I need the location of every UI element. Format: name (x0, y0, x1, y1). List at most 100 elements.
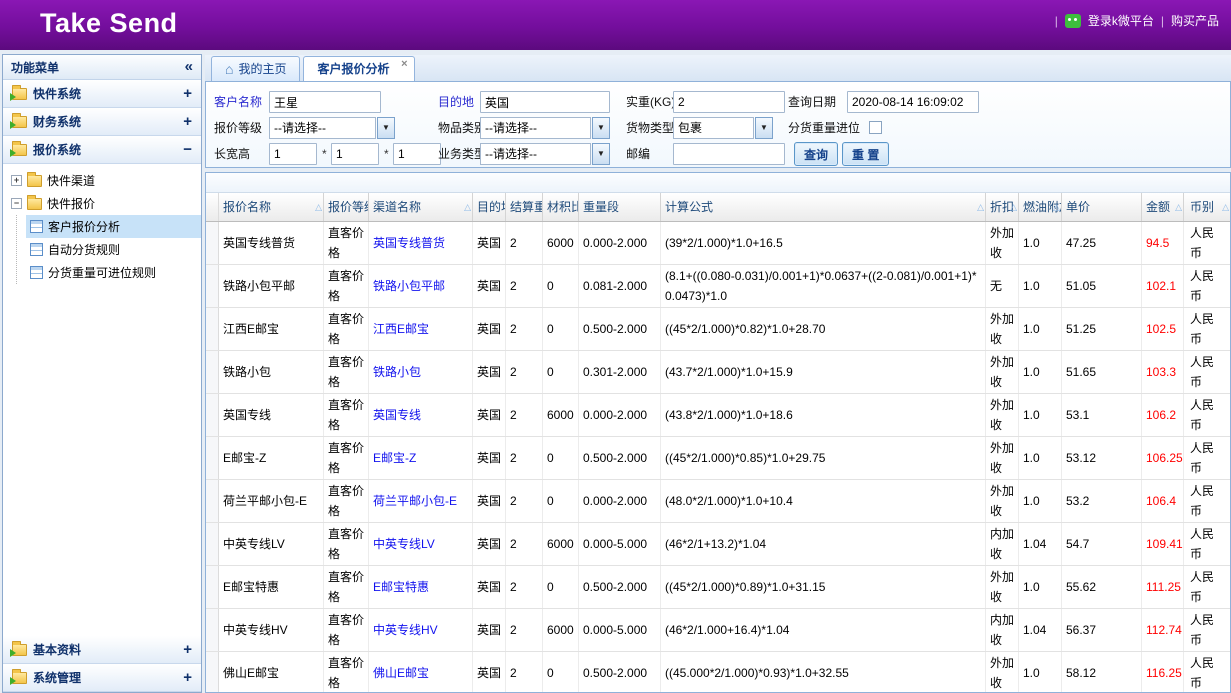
column-header-settle[interactable]: 结算重量 (506, 193, 543, 221)
tab-my-homepage[interactable]: ⌂ 我的主页 (211, 56, 300, 81)
business-type-select[interactable]: --请选择-- ▼ (480, 143, 610, 165)
tree-leaf-auto-split-rules[interactable]: 自动分货规则 (26, 238, 201, 261)
table-row[interactable]: 中英专线LV直客价格中英专线LV英国260000.000-5.000(46*2/… (206, 523, 1230, 566)
column-header-selector[interactable] (206, 193, 219, 221)
split-weight-round-checkbox[interactable] (869, 121, 882, 134)
sort-icon[interactable]: △ (977, 194, 984, 220)
column-header-unit[interactable]: 单价 (1062, 193, 1142, 221)
column-header-dest[interactable]: 目的地 (473, 193, 506, 221)
table-row[interactable]: 英国专线普货直客价格英国专线普货英国260000.000-2.000(39*2/… (206, 222, 1230, 265)
sort-icon[interactable]: △ (315, 194, 322, 220)
reset-button[interactable]: 重 置 (842, 142, 889, 166)
cell-channel[interactable]: 铁路小包 (369, 351, 473, 393)
channel-link[interactable]: E邮宝特惠 (373, 577, 429, 597)
tab-customer-quote-analysis[interactable]: 客户报价分析 × (303, 56, 414, 81)
sidebar-item-system-management[interactable]: 系统管理 + (3, 664, 201, 692)
tree-collapser-icon[interactable]: − (11, 198, 22, 209)
sidebar-item-express-system[interactable]: 快件系统 + (3, 80, 201, 108)
channel-link[interactable]: 英国专线 (373, 405, 421, 425)
table-row[interactable]: 佛山E邮宝直客价格佛山E邮宝英国200.500-2.000((45.000*2/… (206, 652, 1230, 692)
tree-node-express-quote[interactable]: − 快件报价 (9, 192, 201, 215)
sort-icon[interactable]: △ (1053, 194, 1060, 220)
channel-link[interactable]: E邮宝-Z (373, 448, 416, 468)
cell-channel[interactable]: 中英专线HV (369, 609, 473, 651)
table-row[interactable]: 中英专线HV直客价格中英专线HV英国260000.000-5.000(46*2/… (206, 609, 1230, 652)
chevron-down-icon[interactable]: ▼ (377, 117, 395, 139)
height-input[interactable] (393, 143, 441, 165)
column-header-range[interactable]: 重量段 (579, 193, 661, 221)
cell-channel[interactable]: 中英专线LV (369, 523, 473, 565)
sidebar-item-quote-system[interactable]: 报价系统 − (3, 136, 201, 164)
quote-grade-select[interactable]: --请选择-- ▼ (269, 117, 395, 139)
column-header-volume[interactable]: 材积比 (543, 193, 579, 221)
cell-settle: 2 (506, 609, 543, 651)
expand-icon[interactable]: + (183, 87, 192, 101)
cell-amount: 106.2 (1142, 394, 1184, 436)
sort-icon[interactable]: △ (1222, 194, 1229, 220)
table-row[interactable]: 江西E邮宝直客价格江西E邮宝英国200.500-2.000((45*2/1.00… (206, 308, 1230, 351)
item-type-select[interactable]: --请选择-- ▼ (480, 117, 610, 139)
cell-channel[interactable]: E邮宝特惠 (369, 566, 473, 608)
width-input[interactable] (331, 143, 379, 165)
zip-code-input[interactable] (673, 143, 785, 165)
query-date-input[interactable] (847, 91, 979, 113)
chevron-down-icon[interactable]: ▼ (592, 143, 610, 165)
channel-link[interactable]: 英国专线普货 (373, 233, 445, 253)
column-header-discount[interactable]: 折扣△ (986, 193, 1019, 221)
chevron-down-icon[interactable]: ▼ (592, 117, 610, 139)
column-header-amount[interactable]: 金额△ (1142, 193, 1184, 221)
search-button[interactable]: 查询 (794, 142, 838, 166)
cell-formula: (46*2/1.000+16.4)*1.04 (661, 609, 986, 651)
channel-link[interactable]: 佛山E邮宝 (373, 663, 429, 683)
channel-link[interactable]: 中英专线LV (373, 534, 435, 554)
collapse-sidebar-icon[interactable]: « (185, 57, 193, 77)
weight-input[interactable] (673, 91, 785, 113)
expand-icon[interactable]: + (183, 643, 192, 657)
tree-leaf-split-weight-round-rules[interactable]: 分货重量可进位规则 (26, 261, 201, 284)
tree-leaf-label: 客户报价分析 (48, 218, 120, 235)
cell-channel[interactable]: E邮宝-Z (369, 437, 473, 479)
channel-link[interactable]: 铁路小包 (373, 362, 421, 382)
channel-link[interactable]: 铁路小包平邮 (373, 276, 445, 296)
table-row[interactable]: 铁路小包平邮直客价格铁路小包平邮英国200.081-2.000(8.1+((0.… (206, 265, 1230, 308)
destination-input[interactable] (480, 91, 610, 113)
tree-leaf-customer-quote-analysis[interactable]: 客户报价分析 (26, 215, 201, 238)
channel-link[interactable]: 中英专线HV (373, 620, 438, 640)
collapse-icon[interactable]: − (183, 143, 192, 157)
table-row[interactable]: 英国专线直客价格英国专线英国260000.000-2.000(43.8*2/1.… (206, 394, 1230, 437)
column-header-fuel[interactable]: 燃油附加△ (1019, 193, 1062, 221)
cell-channel[interactable]: 江西E邮宝 (369, 308, 473, 350)
sort-icon[interactable]: △ (464, 194, 471, 220)
cell-channel[interactable]: 荷兰平邮小包-E (369, 480, 473, 522)
cell-channel[interactable]: 英国专线普货 (369, 222, 473, 264)
column-header-grade[interactable]: 报价等级 (324, 193, 369, 221)
chevron-down-icon[interactable]: ▼ (755, 117, 773, 139)
buy-product-link[interactable]: 购买产品 (1171, 12, 1219, 29)
cell-channel[interactable]: 铁路小包平邮 (369, 265, 473, 307)
column-header-name[interactable]: 报价名称△ (219, 193, 324, 221)
sidebar-item-basic-data[interactable]: 基本资料 + (3, 636, 201, 664)
length-input[interactable] (269, 143, 317, 165)
channel-link[interactable]: 江西E邮宝 (373, 319, 429, 339)
table-row[interactable]: E邮宝特惠直客价格E邮宝特惠英国200.500-2.000((45*2/1.00… (206, 566, 1230, 609)
table-row[interactable]: E邮宝-Z直客价格E邮宝-Z英国200.500-2.000((45*2/1.00… (206, 437, 1230, 480)
column-header-channel[interactable]: 渠道名称△ (369, 193, 473, 221)
channel-link[interactable]: 荷兰平邮小包-E (373, 491, 457, 511)
cell-channel[interactable]: 佛山E邮宝 (369, 652, 473, 692)
close-tab-icon[interactable]: × (401, 59, 407, 70)
table-row[interactable]: 铁路小包直客价格铁路小包英国200.301-2.000(43.7*2/1.000… (206, 351, 1230, 394)
tree-expander-icon[interactable]: + (11, 175, 22, 186)
cell-channel[interactable]: 英国专线 (369, 394, 473, 436)
column-header-formula[interactable]: 计算公式△ (661, 193, 986, 221)
sort-icon[interactable]: △ (1010, 194, 1017, 220)
customer-name-input[interactable] (269, 91, 381, 113)
expand-icon[interactable]: + (183, 115, 192, 129)
expand-icon[interactable]: + (183, 671, 192, 685)
login-wechat-link[interactable]: 登录k微平台 (1088, 12, 1154, 29)
tree-node-express-channel[interactable]: + 快件渠道 (9, 169, 201, 192)
table-row[interactable]: 荷兰平邮小包-E直客价格荷兰平邮小包-E英国200.000-2.000(48.0… (206, 480, 1230, 523)
sort-icon[interactable]: △ (1175, 194, 1182, 220)
cargo-type-select[interactable]: 包裹 ▼ (673, 117, 773, 139)
sidebar-item-finance-system[interactable]: 财务系统 + (3, 108, 201, 136)
column-header-currency[interactable]: 币别△ (1184, 193, 1231, 221)
